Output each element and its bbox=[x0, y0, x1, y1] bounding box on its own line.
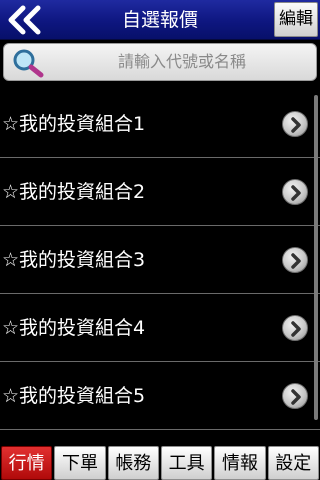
list-item-label: ☆我的投資組合4 bbox=[2, 317, 146, 339]
list-item-label: ☆我的投資組合5 bbox=[2, 385, 146, 407]
edit-button[interactable]: 編輯 bbox=[274, 2, 318, 37]
search-icon bbox=[13, 49, 44, 78]
tab-news[interactable]: 情報 bbox=[214, 446, 266, 480]
portfolio-list: ☆我的投資組合1 ☆我的投資組合2 ☆我的投資組合3 ☆我的投資組合4 ☆我的投… bbox=[0, 90, 320, 444]
list-item-portfolio-2[interactable]: ☆我的投資組合2 bbox=[0, 158, 320, 226]
bottom-tab-bar: 行情 下單 帳務 工具 情報 設定 bbox=[0, 446, 320, 480]
list-item-portfolio-3[interactable]: ☆我的投資組合3 bbox=[0, 226, 320, 294]
search-input[interactable]: 請輸入代號或名稱 bbox=[3, 43, 317, 81]
tab-account[interactable]: 帳務 bbox=[107, 446, 159, 480]
chevron-right-icon[interactable] bbox=[282, 179, 308, 205]
chevron-right-icon[interactable] bbox=[282, 111, 308, 137]
list-item-label: ☆我的投資組合1 bbox=[2, 113, 146, 135]
list-item-portfolio-4[interactable]: ☆我的投資組合4 bbox=[0, 294, 320, 362]
chevron-right-icon[interactable] bbox=[282, 315, 308, 341]
double-chevron-left-icon bbox=[8, 5, 41, 35]
list-item-label: ☆我的投資組合2 bbox=[2, 181, 146, 203]
list-item-portfolio-5[interactable]: ☆我的投資組合5 bbox=[0, 362, 320, 430]
scrollbar[interactable] bbox=[314, 95, 318, 420]
tab-order[interactable]: 下單 bbox=[54, 446, 106, 480]
tab-market[interactable]: 行情 bbox=[1, 446, 53, 480]
chevron-right-icon[interactable] bbox=[282, 383, 308, 409]
list-item-portfolio-1[interactable]: ☆我的投資組合1 bbox=[0, 90, 320, 158]
search-bar: 請輸入代號或名稱 bbox=[0, 40, 320, 86]
tab-tools[interactable]: 工具 bbox=[160, 446, 213, 480]
back-button[interactable] bbox=[2, 3, 46, 37]
chevron-right-icon[interactable] bbox=[282, 247, 308, 273]
header-bar: 自選報價 編輯 bbox=[0, 0, 320, 40]
page-title: 自選報價 bbox=[121, 9, 198, 31]
list-item-label: ☆我的投資組合3 bbox=[2, 249, 146, 271]
search-placeholder: 請輸入代號或名稱 bbox=[117, 52, 246, 71]
tab-settings[interactable]: 設定 bbox=[267, 446, 319, 480]
